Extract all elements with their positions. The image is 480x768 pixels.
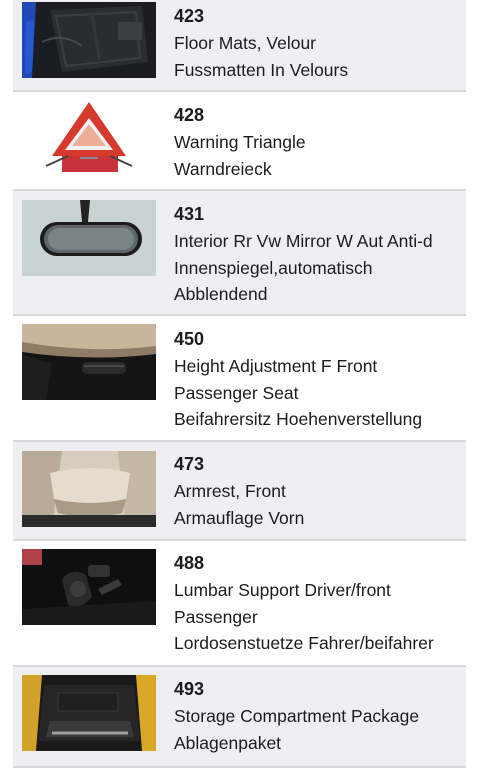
option-code: 428 — [174, 105, 205, 125]
option-description-de: Armauflage Vorn — [174, 507, 305, 528]
option-code: 493 — [174, 679, 205, 699]
option-code: 423 — [174, 6, 205, 26]
option-code: 431 — [174, 204, 205, 224]
option-description-en-2: Passenger Seat — [174, 382, 299, 403]
option-description-de: Ablagenpaket — [174, 732, 282, 753]
option-description-de: Beifahrersitz Hoehenverstellung — [174, 409, 423, 429]
option-description-en: Armrest, Front — [174, 481, 286, 501]
option-description-de-2: Abblendend — [174, 284, 268, 304]
option-description-de: Fussmatten In Velours — [174, 59, 349, 80]
option-description-en: Lumbar Support Driver/front — [174, 580, 391, 600]
warning-triangle-image — [22, 100, 156, 176]
option-description-de: Innenspiegel,automatisch — [174, 257, 373, 278]
list-item-428[interactable]: 428 Warning Triangle Warndreieck — [13, 92, 466, 191]
seat-height-adjustment-image — [22, 324, 156, 400]
armrest-image — [22, 451, 156, 527]
option-code: 450 — [174, 329, 205, 349]
option-description-en: Floor Mats, Velour — [174, 33, 316, 53]
option-description-de: Lordosenstuetze Fahrer/beifahrer — [174, 633, 434, 653]
option-description-en-2: Passenger — [174, 606, 258, 627]
list-item-473[interactable]: 473 Armrest, Front Armauflage Vorn — [13, 442, 466, 541]
lumbar-support-image — [22, 549, 156, 625]
option-code: 473 — [174, 454, 205, 474]
list-item-431[interactable]: 431 Interior Rr Vw Mirror W Aut Anti-d I… — [13, 191, 466, 316]
list-item-423[interactable]: 423 Floor Mats, Velour Fussmatten In Vel… — [13, 0, 466, 92]
option-description-de: Warndreieck — [174, 158, 272, 179]
list-item-493[interactable]: 493 Storage Compartment Package Ablagenp… — [13, 667, 466, 768]
floor-mats-image — [22, 2, 156, 78]
option-description-en: Interior Rr Vw Mirror W Aut Anti-d — [174, 231, 433, 251]
option-description-en: Storage Compartment Package — [174, 706, 420, 726]
list-item-488[interactable]: 488 Lumbar Support Driver/front Passenge… — [13, 541, 466, 667]
option-description-en: Warning Triangle — [174, 132, 306, 152]
rearview-mirror-image — [22, 200, 156, 276]
option-description-en: Height Adjustment F Front — [174, 356, 378, 376]
option-list: 423 Floor Mats, Velour Fussmatten In Vel… — [13, 0, 466, 768]
storage-compartment-image — [22, 675, 156, 751]
option-code: 488 — [174, 553, 205, 573]
list-item-450[interactable]: 450 Height Adjustment F Front Passenger … — [13, 316, 466, 442]
